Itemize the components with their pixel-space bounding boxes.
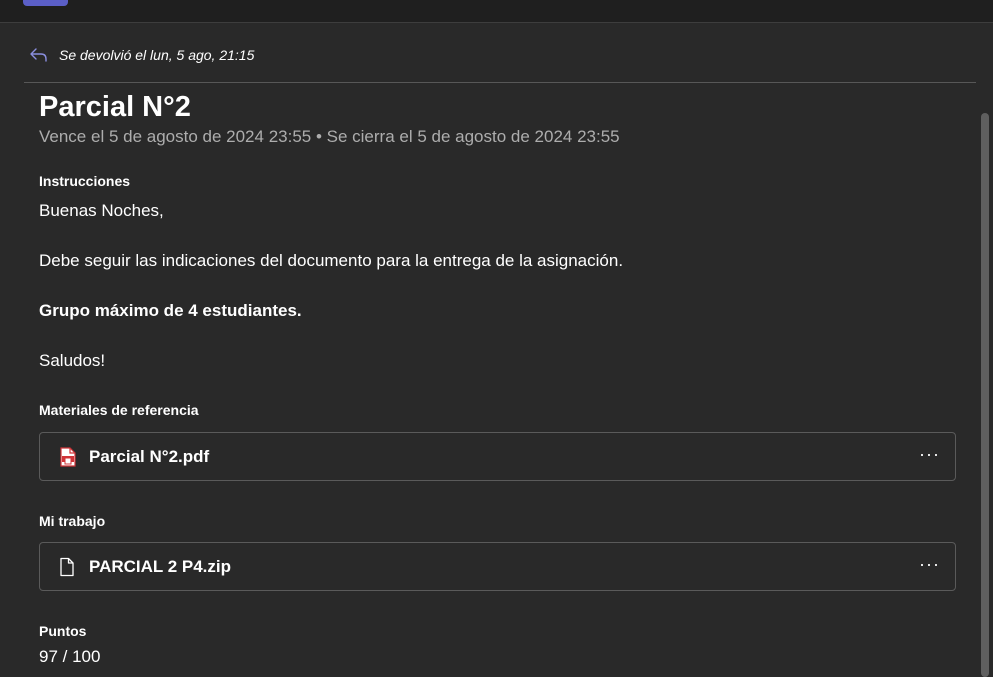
due-dates: Vence el 5 de agosto de 2024 23:55 • Se … bbox=[39, 127, 620, 146]
reference-file-name: Parcial N°2.pdf bbox=[89, 446, 210, 466]
points-label: Puntos bbox=[39, 623, 87, 639]
returned-status: Se devolvió el lun, 5 ago, 21:15 bbox=[30, 44, 254, 66]
assignment-title: Parcial N°2 bbox=[39, 91, 191, 123]
reply-arrow-icon bbox=[30, 46, 48, 64]
top-bar bbox=[0, 0, 993, 23]
reference-materials-label: Materiales de referencia bbox=[39, 402, 199, 418]
assignment-details: Parcial N°2 Vence el 5 de agosto de 2024… bbox=[39, 88, 956, 666]
points-value: 97 / 100 bbox=[39, 647, 101, 666]
scrollbar[interactable] bbox=[981, 113, 989, 677]
my-work-file-name: PARCIAL 2 P4.zip bbox=[89, 556, 232, 576]
pdf-file-icon bbox=[59, 446, 79, 468]
instructions-closing: Saludos! bbox=[39, 351, 106, 370]
instructions-group-note: Grupo máximo de 4 estudiantes. bbox=[39, 301, 302, 320]
active-app-tab-indicator[interactable] bbox=[23, 0, 68, 6]
more-options-icon[interactable]: ··· bbox=[919, 555, 940, 573]
generic-file-icon bbox=[59, 556, 79, 578]
reference-file-card[interactable]: Parcial N°2.pdf ··· bbox=[39, 432, 956, 481]
my-work-label: Mi trabajo bbox=[39, 513, 106, 529]
returned-status-text: Se devolvió el lun, 5 ago, 21:15 bbox=[59, 47, 255, 63]
header-divider bbox=[24, 82, 976, 83]
instructions-body: Debe seguir las indicaciones del documen… bbox=[39, 251, 624, 270]
instructions-greeting: Buenas Noches, bbox=[39, 201, 164, 220]
more-options-icon[interactable]: ··· bbox=[919, 445, 940, 463]
my-work-file-card[interactable]: PARCIAL 2 P4.zip ··· bbox=[39, 542, 956, 591]
instructions-label: Instrucciones bbox=[39, 173, 131, 189]
